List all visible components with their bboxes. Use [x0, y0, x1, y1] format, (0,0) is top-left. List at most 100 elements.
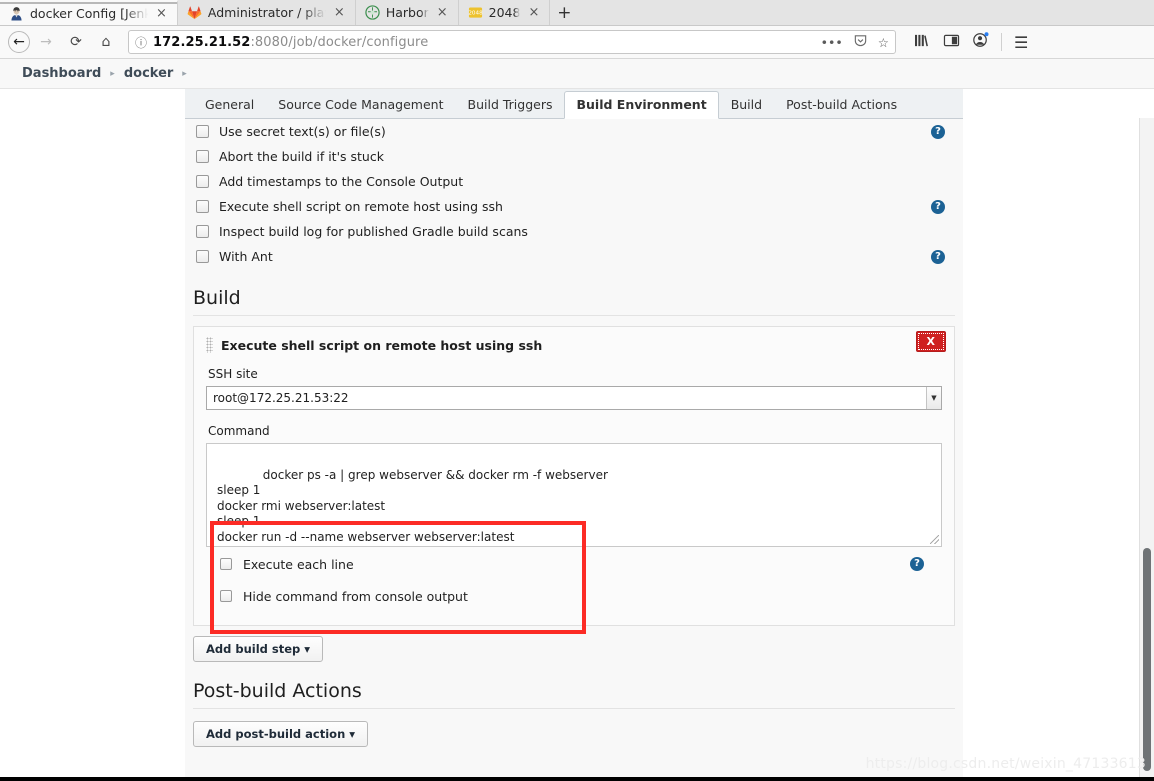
- jenkins-page: Dashboard ▸ docker ▸ General Source Code…: [0, 59, 1154, 781]
- chevron-down-icon[interactable]: ▼: [926, 387, 941, 409]
- new-tab-button[interactable]: +: [550, 0, 578, 25]
- checkbox-inspect-gradle-scans[interactable]: [196, 225, 209, 238]
- reload-icon[interactable]: ⟳: [62, 28, 90, 56]
- back-icon[interactable]: ←: [8, 31, 30, 53]
- checkbox-row-inspect-gradle-scans[interactable]: Inspect build log for published Gradle b…: [185, 219, 963, 244]
- forward-icon[interactable]: →: [32, 28, 60, 56]
- browser-window: docker Config [Jenki × Administrator / p…: [0, 0, 1154, 781]
- checkbox-row-abort-build-stuck[interactable]: Abort the build if it's stuck: [185, 144, 963, 169]
- breadcrumb: Dashboard ▸ docker ▸: [0, 59, 1154, 89]
- build-step-title: Execute shell script on remote host usin…: [221, 337, 543, 353]
- add-build-step-button[interactable]: Add build step ▾: [193, 636, 324, 662]
- checkbox-label: Execute shell script on remote host usin…: [219, 199, 503, 214]
- checkbox-label: Add timestamps to the Console Output: [219, 174, 464, 189]
- checkbox-label: Hide command from console output: [243, 588, 468, 604]
- browser-tab-title: Administrator / playb: [207, 5, 326, 20]
- pocket-icon[interactable]: [853, 33, 868, 51]
- browser-tab-title: Harbor: [385, 5, 429, 20]
- command-textarea[interactable]: docker ps -a | grep webserver && docker …: [206, 443, 942, 547]
- checkbox-label: Abort the build if it's stuck: [219, 149, 384, 164]
- help-icon[interactable]: ?: [910, 557, 924, 571]
- bookmark-star-icon[interactable]: ☆: [878, 35, 889, 50]
- tab-post-build-actions[interactable]: Post-build Actions: [774, 91, 909, 119]
- library-icon[interactable]: [914, 33, 931, 52]
- textarea-resize-handle[interactable]: [930, 535, 939, 544]
- browser-tab-gitlab[interactable]: Administrator / playb ×: [177, 0, 356, 25]
- help-icon[interactable]: ?: [931, 249, 945, 264]
- tab-source-code-management[interactable]: Source Code Management: [266, 91, 455, 119]
- section-title-post-build: Post-build Actions: [193, 680, 362, 702]
- add-build-step-wrap: Add build step ▾: [185, 626, 963, 662]
- ssh-site-select[interactable]: root@172.25.21.53:22 ▼: [206, 386, 942, 410]
- browser-tab-close-icon[interactable]: ×: [332, 6, 347, 19]
- help-icon[interactable]: ?: [931, 124, 945, 139]
- checkbox-use-secret-text[interactable]: [196, 125, 209, 138]
- browser-tab-close-icon[interactable]: ×: [526, 6, 541, 19]
- checkbox-abort-build-stuck[interactable]: [196, 150, 209, 163]
- toolbar-divider: [1001, 33, 1002, 51]
- page-scrollbar[interactable]: [1139, 118, 1154, 781]
- ssh-site-label: SSH site: [208, 367, 258, 381]
- config-form: Use secret text(s) or file(s) ? Abort th…: [185, 119, 963, 780]
- breadcrumb-docker[interactable]: docker: [124, 66, 173, 81]
- breadcrumb-separator-icon: ▸: [182, 68, 187, 79]
- checkbox-row-hide-command[interactable]: Hide command from console output: [206, 581, 942, 611]
- browser-tab-close-icon[interactable]: ×: [154, 7, 169, 20]
- address-path: :8080/job/docker/configure: [250, 34, 429, 50]
- sidebar-icon[interactable]: [943, 33, 960, 52]
- ssh-site-value: root@172.25.21.53:22: [213, 391, 349, 405]
- address-bar[interactable]: ⓘ 172.25.21.52:8080/job/docker/configure…: [128, 30, 896, 54]
- tab-build-triggers[interactable]: Build Triggers: [456, 91, 565, 119]
- build-step-ssh: X Execute shell script on remote host us…: [193, 326, 955, 626]
- checkbox-hide-command[interactable]: [220, 590, 232, 602]
- harbor-icon: [365, 5, 380, 20]
- tab-general[interactable]: General: [193, 91, 266, 119]
- checkbox-add-timestamps[interactable]: [196, 175, 209, 188]
- address-host: 172.25.21.52: [153, 34, 251, 50]
- browser-tab-title: 2048: [488, 5, 521, 20]
- add-post-build-action-wrap: Add post-build action ▾: [185, 719, 963, 747]
- svg-text:2048: 2048: [468, 10, 483, 16]
- tab-build[interactable]: Build: [719, 91, 774, 119]
- drag-handle-icon[interactable]: [206, 337, 213, 353]
- checkbox-row-use-secret-text[interactable]: Use secret text(s) or file(s) ?: [185, 119, 963, 144]
- help-icon[interactable]: ?: [931, 199, 945, 214]
- section-title-build: Build: [193, 287, 241, 309]
- site-info-icon[interactable]: ⓘ: [135, 34, 147, 51]
- browser-tab-title: docker Config [Jenki: [30, 6, 148, 21]
- watermark-text: https://blog.csdn.net/weixin_47133613: [865, 756, 1146, 772]
- breadcrumb-dashboard[interactable]: Dashboard: [22, 66, 101, 81]
- browser-tab-jenkins[interactable]: docker Config [Jenki ×: [0, 0, 178, 25]
- browser-navbar: ← → ⟳ ⌂ ⓘ 172.25.21.52:8080/job/docker/c…: [0, 26, 1154, 59]
- checkbox-with-ant[interactable]: [196, 250, 209, 263]
- breadcrumb-separator-icon: ▸: [110, 68, 115, 79]
- page-actions-icon[interactable]: •••: [821, 35, 843, 50]
- checkbox-row-execute-each-line[interactable]: Execute each line ?: [206, 549, 942, 579]
- account-icon[interactable]: [972, 32, 989, 52]
- checkbox-label: With Ant: [219, 249, 273, 264]
- browser-tab-2048[interactable]: 2048 2048 ×: [458, 0, 551, 25]
- checkbox-execute-shell-ssh[interactable]: [196, 200, 209, 213]
- config-content: General Source Code Management Build Tri…: [0, 89, 1154, 780]
- menu-icon[interactable]: ☰: [1014, 33, 1028, 52]
- delete-build-step-button[interactable]: X: [915, 331, 946, 352]
- browser-tabstrip: docker Config [Jenki × Administrator / p…: [0, 0, 1154, 26]
- gitlab-icon: [187, 6, 202, 20]
- home-icon[interactable]: ⌂: [92, 28, 120, 56]
- checkbox-row-add-timestamps[interactable]: Add timestamps to the Console Output: [185, 169, 963, 194]
- browser-tab-close-icon[interactable]: ×: [435, 6, 450, 19]
- checkbox-execute-each-line[interactable]: [220, 558, 232, 570]
- command-text: docker ps -a | grep webserver && docker …: [217, 467, 608, 544]
- checkbox-label: Execute each line: [243, 556, 354, 572]
- scrollbar-thumb[interactable]: [1143, 548, 1151, 771]
- config-tabbar: General Source Code Management Build Tri…: [185, 89, 963, 119]
- browser-tab-harbor[interactable]: Harbor ×: [355, 0, 459, 25]
- section-divider: [193, 708, 955, 709]
- address-bar-text: 172.25.21.52:8080/job/docker/configure: [153, 35, 428, 50]
- checkbox-row-execute-shell-ssh[interactable]: Execute shell script on remote host usin…: [185, 194, 963, 219]
- section-divider: [193, 315, 955, 316]
- checkbox-row-with-ant[interactable]: With Ant ?: [185, 244, 963, 269]
- screen-bottom-edge: [0, 777, 1154, 781]
- add-post-build-action-button[interactable]: Add post-build action ▾: [193, 721, 369, 747]
- tab-build-environment[interactable]: Build Environment: [564, 91, 719, 119]
